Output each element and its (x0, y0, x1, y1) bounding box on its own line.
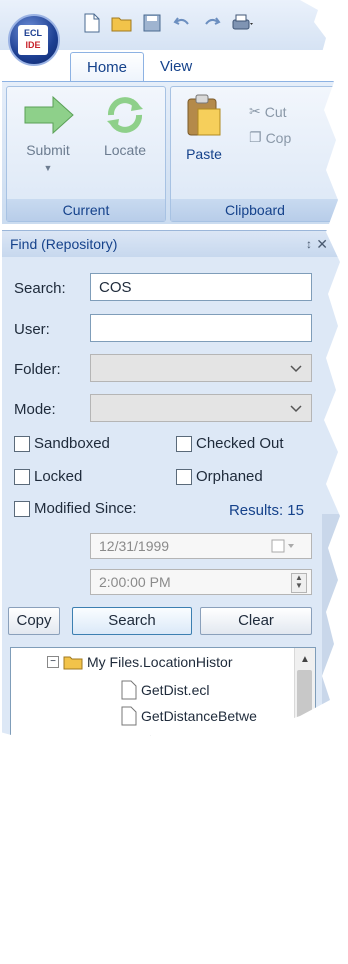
locate-label: Locate (103, 142, 147, 158)
close-icon[interactable]: ✕ (316, 231, 328, 257)
copy-button[interactable]: Copy (8, 607, 60, 635)
scroll-thumb[interactable] (297, 670, 312, 730)
tree-file-label: GetDist.ecl (141, 682, 210, 698)
tree-file-label: GetDistanceBetwe (141, 708, 257, 724)
checked-out-checkbox[interactable]: Checked Out (176, 435, 284, 452)
submit-button[interactable]: Submit ▼ (13, 95, 83, 174)
locked-checkbox[interactable]: Locked (14, 468, 82, 485)
search-input[interactable] (90, 273, 312, 301)
cut-button[interactable]: ✂ Cut (249, 103, 287, 120)
submit-dropdown-icon: ▼ (43, 163, 53, 173)
undo-icon[interactable] (170, 11, 194, 35)
user-input[interactable] (90, 314, 312, 342)
checkbox-box[interactable] (14, 500, 30, 517)
date-value: 12/31/1999 (99, 538, 170, 554)
tree-file-row[interactable]: es.l (141, 730, 163, 746)
ribbon-group-current-label: Current (7, 199, 165, 221)
search-label: Search: (14, 280, 66, 297)
calendar-dropdown-icon[interactable] (271, 538, 297, 554)
time-spinner[interactable]: ▲ ▼ (291, 573, 307, 593)
modified-date-picker[interactable]: 12/31/1999 (90, 533, 312, 559)
checkbox-box[interactable] (14, 468, 30, 485)
paste-button[interactable]: Paste (179, 93, 229, 162)
modified-since-label: Modified Since: (34, 500, 137, 517)
submit-label: Submit (26, 142, 70, 158)
clear-button[interactable]: Clear (200, 607, 312, 635)
file-icon (121, 706, 137, 726)
time-value: 2:00:00 PM (99, 574, 171, 590)
tree-file-row[interactable]: GetDist.ecl (121, 680, 209, 700)
find-pane-header: Find (Repository) ↕ ✕ (2, 230, 340, 258)
quick-access-toolbar (80, 10, 254, 36)
checkbox-box[interactable] (176, 468, 192, 485)
tree-folder-label: My Files.LocationHistor (87, 654, 233, 670)
scissors-icon: ✂ (249, 103, 261, 119)
new-document-icon[interactable] (80, 11, 104, 35)
chevron-down-icon (290, 405, 302, 413)
modified-since-checkbox[interactable]: Modified Since: (14, 500, 137, 517)
search-button[interactable]: Search (72, 607, 192, 635)
tree-folder-row[interactable]: − My Files.LocationHistor (47, 654, 233, 670)
locate-button[interactable]: Locate (91, 95, 159, 158)
ribbon-group-clipboard-label: Clipboard (171, 199, 339, 221)
file-icon (121, 680, 137, 700)
results-count: Results: 15 (228, 502, 304, 519)
tab-view[interactable]: View (144, 52, 208, 80)
tree-file-label: es.l (141, 730, 163, 746)
redo-icon[interactable] (200, 11, 224, 35)
open-folder-icon[interactable] (110, 11, 134, 35)
cut-label: Cut (264, 103, 287, 120)
submit-arrow-icon (24, 95, 74, 135)
checkbox-box[interactable] (14, 435, 30, 452)
chevron-down-icon (290, 365, 302, 373)
folder-label: Folder: (14, 361, 61, 378)
copy-icon: ❐ (249, 129, 262, 145)
ecl-ide-logo: ECL IDE (18, 25, 48, 55)
paste-label: Paste (186, 146, 222, 162)
user-label: User: (14, 321, 50, 338)
orphaned-label: Orphaned (196, 468, 263, 485)
tab-home[interactable]: Home (70, 52, 145, 81)
tree-scrollbar[interactable]: ▲ (294, 648, 315, 740)
paste-clipboard-icon (187, 94, 221, 136)
locate-refresh-icon (107, 97, 143, 133)
modified-time-picker[interactable]: 2:00:00 PM ▲ ▼ (90, 569, 312, 595)
ribbon: Submit ▼ Locate Current Paste ✂ Cut ❐ Co… (2, 81, 340, 224)
locked-label: Locked (34, 468, 83, 485)
pin-icon[interactable]: ↕ (306, 231, 312, 257)
folder-icon (63, 656, 83, 670)
mode-select[interactable] (90, 394, 312, 422)
copy-ribbon-button[interactable]: ❐ Cop (249, 129, 291, 146)
checked-out-label: Checked Out (196, 435, 284, 452)
checkbox-box[interactable] (176, 435, 192, 452)
scroll-up-icon[interactable]: ▲ (300, 654, 310, 665)
screenshot-frame: ECL IDE Home View Submit ▼ Locate Curren… (0, 0, 340, 746)
mode-label: Mode: (14, 401, 56, 418)
collapse-icon[interactable]: − (47, 656, 59, 668)
sandboxed-label: Sandboxed (34, 435, 110, 452)
ribbon-group-clipboard: Paste ✂ Cut ❐ Cop Clipboard (170, 86, 340, 222)
find-pane-title: Find (Repository) (10, 236, 118, 252)
save-icon[interactable] (140, 11, 164, 35)
side-panel-edge (322, 514, 340, 740)
folder-select[interactable] (90, 354, 312, 382)
print-icon[interactable] (230, 11, 254, 35)
orphaned-checkbox[interactable]: Orphaned (176, 468, 263, 485)
sandboxed-checkbox[interactable]: Sandboxed (14, 435, 110, 452)
ribbon-group-current: Submit ▼ Locate Current (6, 86, 166, 222)
tree-file-row[interactable]: GetDistanceBetwe (121, 706, 257, 726)
copy-ribbon-label: Cop (265, 129, 292, 146)
application-button[interactable]: ECL IDE (8, 14, 60, 66)
find-pane: Search: User: Folder: Mode: Sandboxed Ch… (2, 257, 340, 746)
results-tree[interactable]: − My Files.LocationHistor GetDist.ecl Ge… (10, 647, 316, 746)
ribbon-tabs: Home View (70, 52, 208, 82)
